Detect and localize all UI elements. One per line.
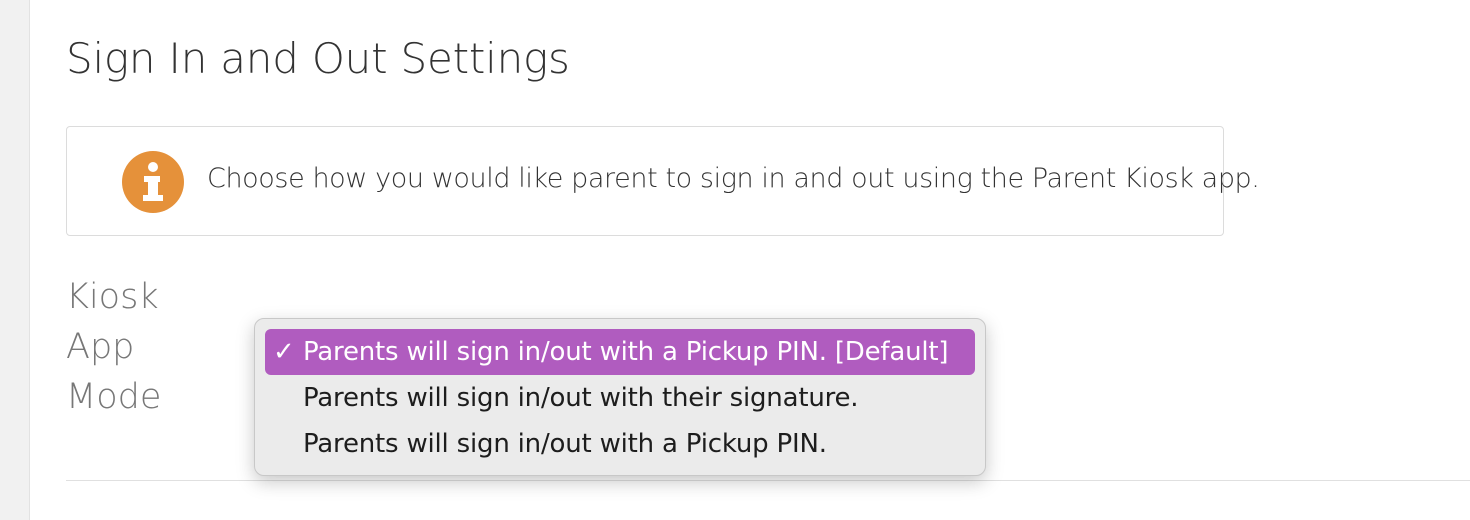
kiosk-mode-option-pin-default[interactable]: ✓ Parents will sign in/out with a Pickup… (265, 329, 975, 375)
option-label: Parents will sign in/out with a Pickup P… (303, 429, 827, 459)
option-label: Parents will sign in/out with a Pickup P… (303, 337, 949, 367)
left-gutter (0, 0, 30, 520)
divider (66, 480, 1470, 481)
info-icon (122, 151, 184, 213)
kiosk-mode-option-pin[interactable]: Parents will sign in/out with a Pickup P… (265, 421, 975, 467)
checkmark-icon: ✓ (273, 337, 295, 367)
kiosk-mode-dropdown[interactable]: ✓ Parents will sign in/out with a Pickup… (254, 318, 986, 476)
info-glyph (143, 162, 163, 201)
kiosk-app-mode-label: Kiosk App Mode (66, 277, 162, 417)
info-box: Choose how you would like parent to sign… (66, 126, 1260, 236)
option-label: Parents will sign in/out with their sign… (303, 383, 859, 413)
info-text: Choose how you would like parent to sign… (207, 163, 1260, 194)
page-title: Sign In and Out Settings (66, 34, 570, 83)
kiosk-mode-option-signature[interactable]: Parents will sign in/out with their sign… (265, 375, 975, 421)
